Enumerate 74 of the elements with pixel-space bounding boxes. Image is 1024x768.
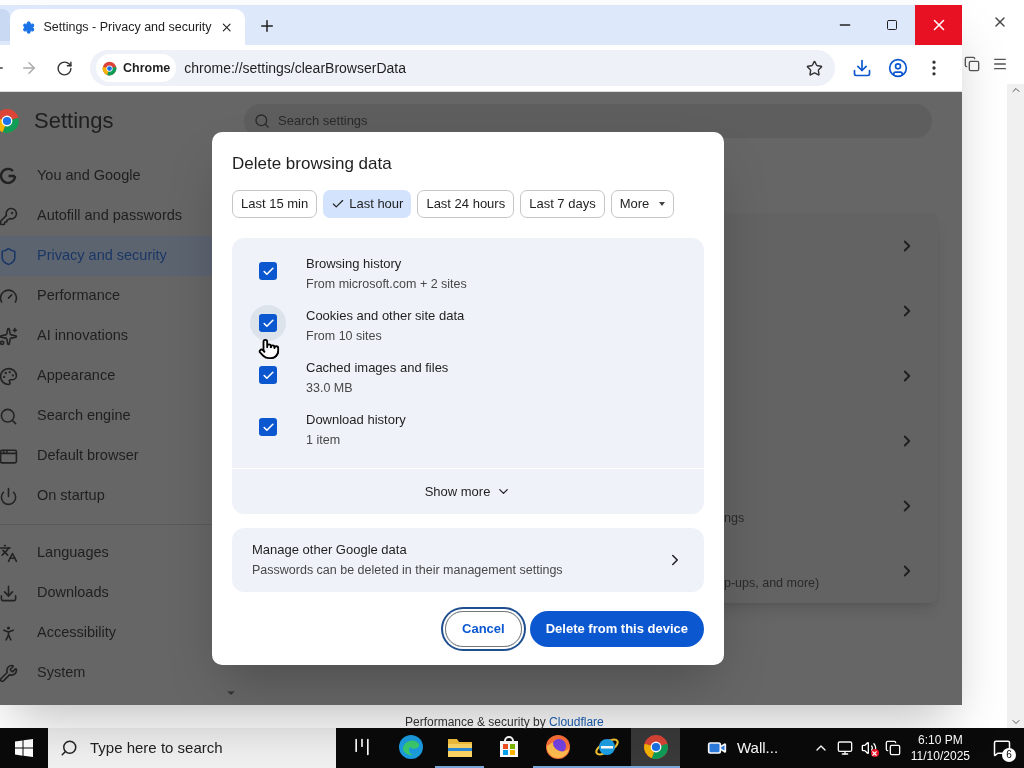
gauge-icon xyxy=(0,286,18,306)
checkbox[interactable] xyxy=(259,366,277,384)
maximize-icon[interactable] xyxy=(885,19,898,31)
check-icon xyxy=(261,420,275,434)
bookmark-star-icon[interactable] xyxy=(806,59,823,77)
time-range-chip[interactable]: Last 24 hours xyxy=(417,190,515,218)
edge-icon xyxy=(397,734,424,760)
search-icon xyxy=(254,112,270,129)
item-title: Download history xyxy=(306,411,406,429)
checkbox[interactable] xyxy=(259,262,277,280)
folder-icon xyxy=(446,736,473,758)
row-description: p-ups, and more) xyxy=(724,575,820,590)
search-icon xyxy=(0,406,18,426)
checkbox[interactable] xyxy=(259,418,277,436)
chrome-icon xyxy=(642,734,669,760)
shield-icon xyxy=(0,246,18,266)
notifications-button[interactable]: 6 xyxy=(980,728,1024,768)
notification-count: 6 xyxy=(1002,748,1016,762)
manage-data-row[interactable]: Manage other Google data Passwords can be deleted in their management settings xyxy=(232,528,704,592)
firefox-icon xyxy=(544,734,571,760)
wrench-icon xyxy=(0,663,18,683)
item-title: Browsing history xyxy=(306,255,403,273)
item-title: Cached images and files xyxy=(306,359,449,377)
address-bar[interactable]: Chrome chrome://settings/clearBrowserData xyxy=(90,50,835,86)
browser-tab[interactable]: Settings - Privacy and security xyxy=(10,9,245,45)
window-icon xyxy=(0,446,18,466)
profile-icon[interactable] xyxy=(888,58,908,78)
item-subtitle: From 10 sites xyxy=(306,328,383,345)
key-icon xyxy=(0,206,18,226)
item-subtitle: From microsoft.com + 2 sites xyxy=(306,276,467,293)
taskbar-app[interactable] xyxy=(631,728,680,768)
settings-title: Settings xyxy=(34,107,114,135)
search-icon xyxy=(60,739,78,757)
time-range-chip[interactable]: Last 7 days xyxy=(520,190,605,218)
google-g-icon xyxy=(0,166,18,186)
dialog-title: Delete browsing data xyxy=(232,153,393,175)
time-range-chip[interactable]: Last hour xyxy=(323,190,412,218)
palette-icon xyxy=(0,366,18,386)
hand-cursor-icon xyxy=(258,338,280,360)
reload-icon[interactable] xyxy=(56,59,73,77)
new-tab-icon[interactable] xyxy=(258,17,276,35)
download-icon[interactable] xyxy=(852,58,872,78)
chrome-logo-icon xyxy=(0,107,20,134)
menu-icon[interactable] xyxy=(992,56,1008,72)
check-icon xyxy=(261,264,275,278)
row-title: Manage other Google data xyxy=(252,541,408,559)
chrome-icon xyxy=(102,60,117,76)
time-range-chip[interactable]: Last 15 min xyxy=(232,190,318,218)
clock[interactable]: 6:10 PM 11/10/2025 xyxy=(906,732,974,764)
delete-button[interactable]: Delete from this device xyxy=(529,611,704,647)
url-text: chrome://settings/clearBrowserData xyxy=(184,58,407,78)
muted-badge-icon xyxy=(870,749,879,757)
checkbox[interactable] xyxy=(259,314,277,332)
footer-text: Performance & security by Cloudflare xyxy=(405,714,604,731)
taskbar-search-field[interactable]: Type here to search xyxy=(48,728,336,768)
check-icon xyxy=(261,316,275,330)
time-range-chip[interactable]: More xyxy=(610,190,675,218)
translate-icon xyxy=(0,543,18,563)
download-icon xyxy=(0,583,18,603)
check-icon xyxy=(261,368,275,382)
row-subtitle: Passwords can be deleted in their management settings xyxy=(252,562,564,579)
item-subtitle: 33.0 MB xyxy=(306,380,354,397)
show-more-button[interactable]: Show more xyxy=(424,481,512,502)
cloudflare-link[interactable]: Cloudflare xyxy=(549,715,604,729)
item-title: Cookies and other site data xyxy=(306,307,465,325)
windows-logo-icon xyxy=(15,739,33,757)
power-icon xyxy=(0,486,18,506)
site-chip-label: Chrome xyxy=(123,59,171,77)
sparkle-icon xyxy=(0,326,18,346)
gear-icon xyxy=(22,19,36,35)
check-icon xyxy=(331,197,346,211)
item-subtitle: 1 item xyxy=(306,432,342,449)
volume-icon[interactable] xyxy=(860,740,877,756)
taskbar-window-button[interactable]: Wall... xyxy=(707,728,779,768)
